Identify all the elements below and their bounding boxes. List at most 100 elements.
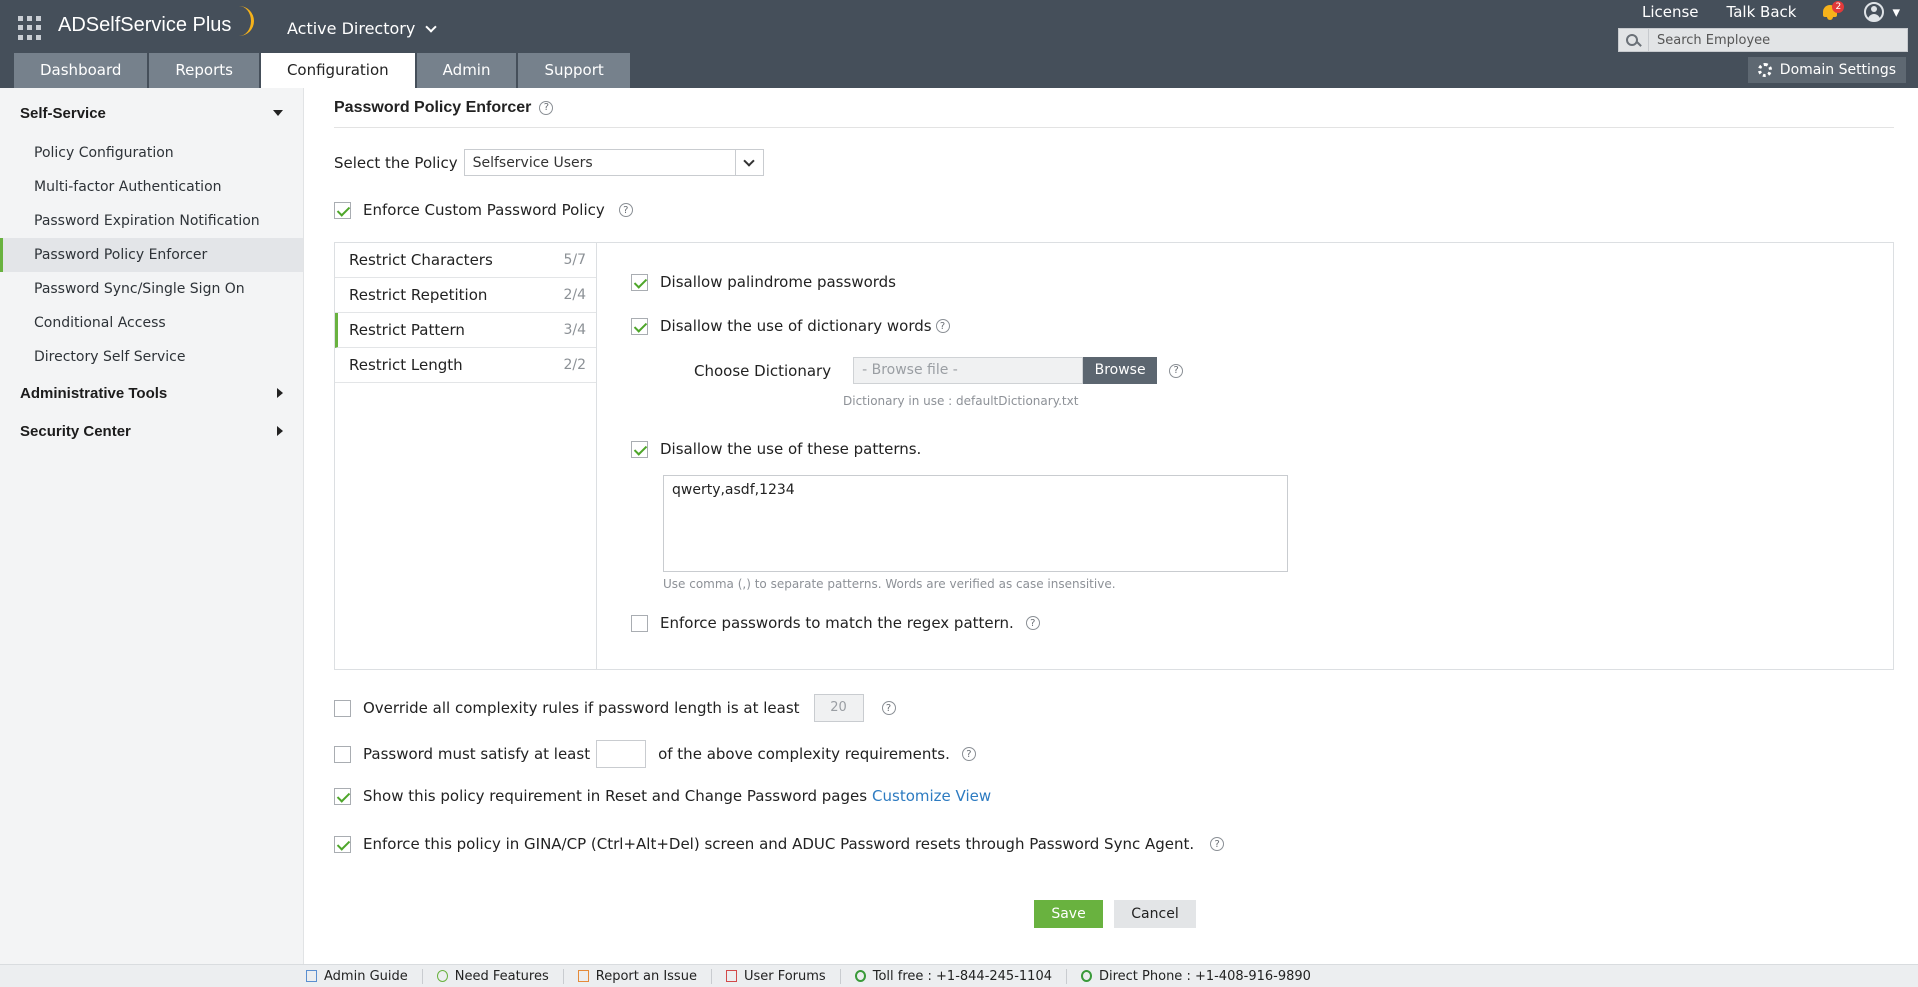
sidebar-item-policy-configuration[interactable]: Policy Configuration xyxy=(0,136,303,170)
show-policy-label: Show this policy requirement in Reset an… xyxy=(363,787,868,805)
help-icon[interactable]: ? xyxy=(881,701,896,715)
sidebar-group-self-service[interactable]: Self-Service xyxy=(0,94,303,132)
subnav-restrict-characters[interactable]: Restrict Characters 5/7 xyxy=(335,243,596,278)
satisfy-row: Password must satisfy at least of the ab… xyxy=(334,740,976,768)
caret-down-icon xyxy=(273,110,283,116)
customize-view-link[interactable]: Customize View xyxy=(872,787,991,805)
caret-right-icon xyxy=(277,426,283,436)
tab-admin[interactable]: Admin xyxy=(416,53,517,88)
user-menu-chevron-icon[interactable]: ▾ xyxy=(1892,3,1900,21)
subnav-count: 5/7 xyxy=(563,252,586,268)
enforce-custom-label: Enforce Custom Password Policy xyxy=(363,201,605,219)
dictionary-file-input[interactable]: - Browse file - xyxy=(853,357,1084,384)
sidebar-item-mfa[interactable]: Multi-factor Authentication xyxy=(0,170,303,204)
tab-configuration[interactable]: Configuration xyxy=(260,53,415,88)
subnav-restrict-pattern[interactable]: Restrict Pattern 3/4 xyxy=(335,313,596,348)
sidebar-group-admin-tools[interactable]: Administrative Tools xyxy=(0,374,303,412)
subnav-label: Restrict Repetition xyxy=(349,286,488,304)
save-button[interactable]: Save xyxy=(1034,900,1103,928)
policy-select-row: Select the Policy Selfservice Users xyxy=(334,149,764,176)
satisfy-checkbox[interactable] xyxy=(334,745,351,763)
report-icon xyxy=(577,970,589,982)
page-title: Password Policy Enforcer ? xyxy=(334,88,1894,128)
help-icon[interactable]: ? xyxy=(1169,363,1184,378)
domain-settings-button[interactable]: Domain Settings xyxy=(1747,57,1906,83)
gina-checkbox[interactable] xyxy=(334,835,351,853)
regex-label: Enforce passwords to match the regex pat… xyxy=(660,614,1014,632)
sidebar-group-label: Self-Service xyxy=(20,104,106,122)
forum-icon xyxy=(725,970,737,982)
main-tabs: Dashboard Reports Configuration Admin Su… xyxy=(14,53,632,88)
subnav-count: 2/2 xyxy=(563,357,586,373)
patterns-hint-text: Use comma (,) to separate patterns. Word… xyxy=(663,577,1116,591)
subnav-restrict-length[interactable]: Restrict Length 2/2 xyxy=(335,348,596,383)
gina-row: Enforce this policy in GINA/CP (Ctrl+Alt… xyxy=(334,835,1225,853)
apps-grid-icon[interactable] xyxy=(18,16,42,40)
override-length-input[interactable]: 20 xyxy=(813,694,864,722)
footer-label: Toll free : +1-844-245-1104 xyxy=(872,968,1052,984)
select-policy-label: Select the Policy xyxy=(334,153,458,172)
disallow-patterns-checkbox[interactable] xyxy=(631,440,648,458)
policy-select-value: Selfservice Users xyxy=(472,154,593,171)
sidebar-item-conditional-access[interactable]: Conditional Access xyxy=(0,306,303,340)
chevron-down-icon xyxy=(425,20,437,33)
browse-button[interactable]: Browse xyxy=(1083,357,1158,384)
user-avatar-icon[interactable] xyxy=(1864,2,1885,22)
override-checkbox[interactable] xyxy=(334,699,351,717)
help-icon[interactable]: ? xyxy=(961,747,976,761)
employee-search xyxy=(1618,28,1908,52)
help-icon[interactable]: ? xyxy=(539,100,554,115)
policy-select[interactable]: Selfservice Users xyxy=(463,149,764,176)
domain-selector[interactable]: Active Directory xyxy=(287,19,437,38)
logo-arc-icon xyxy=(232,6,254,36)
sidebar-group-label: Administrative Tools xyxy=(20,384,168,402)
sidebar-group-label: Security Center xyxy=(20,422,131,440)
disallow-patterns-row: Disallow the use of these patterns. xyxy=(631,440,921,458)
footer-user-forums[interactable]: User Forums xyxy=(712,968,841,984)
dictionary-label: Disallow the use of dictionary words xyxy=(660,317,932,335)
domain-settings-label: Domain Settings xyxy=(1779,62,1896,78)
talk-back-link[interactable]: Talk Back xyxy=(1727,3,1797,21)
footer-label: Report an Issue xyxy=(595,968,697,984)
enforce-custom-checkbox[interactable] xyxy=(334,201,351,219)
palindrome-checkbox[interactable] xyxy=(631,273,648,291)
help-icon[interactable]: ? xyxy=(1025,616,1040,630)
help-icon[interactable]: ? xyxy=(935,319,950,333)
sidebar-item-password-expiration[interactable]: Password Expiration Notification xyxy=(0,204,303,238)
footer-label: Need Features xyxy=(454,968,549,984)
product-logo: ADSelfService Plus xyxy=(58,14,232,36)
satisfy-label-before: Password must satisfy at least xyxy=(363,745,591,763)
choose-dictionary-row: Choose Dictionary - Browse file - Browse… xyxy=(694,357,1184,384)
footer-admin-guide[interactable]: Admin Guide xyxy=(292,968,423,984)
subnav-restrict-repetition[interactable]: Restrict Repetition 2/4 xyxy=(335,278,596,313)
footer-need-features[interactable]: Need Features xyxy=(423,968,564,984)
satisfy-count-input[interactable] xyxy=(596,740,647,768)
footer-label: Admin Guide xyxy=(324,968,408,984)
patterns-textarea[interactable]: qwerty,asdf,1234 xyxy=(663,475,1288,572)
license-link[interactable]: License xyxy=(1642,3,1699,21)
show-policy-checkbox[interactable] xyxy=(334,787,351,805)
top-links: License Talk Back 2 ▾ xyxy=(1614,1,1900,22)
sidebar-item-password-sync[interactable]: Password Sync/Single Sign On xyxy=(0,272,303,306)
footer-report-issue[interactable]: Report an Issue xyxy=(564,968,712,984)
tab-dashboard[interactable]: Dashboard xyxy=(14,53,148,88)
tab-reports[interactable]: Reports xyxy=(149,53,259,88)
sidebar-group-security-center[interactable]: Security Center xyxy=(0,412,303,450)
dropdown-arrow-icon[interactable] xyxy=(734,150,763,175)
help-icon[interactable]: ? xyxy=(618,203,633,217)
subnav-label: Restrict Characters xyxy=(349,251,493,269)
footer-direct-phone: Direct Phone : +1-408-916-9890 xyxy=(1067,969,1325,984)
regex-row: Enforce passwords to match the regex pat… xyxy=(631,614,1040,632)
sidebar-item-directory-self-service[interactable]: Directory Self Service xyxy=(0,340,303,374)
help-icon[interactable]: ? xyxy=(1210,837,1225,851)
notification-bell-icon[interactable]: 2 xyxy=(1822,1,1845,21)
regex-checkbox[interactable] xyxy=(631,614,648,632)
search-icon[interactable] xyxy=(1619,29,1649,51)
search-input[interactable] xyxy=(1649,32,1899,48)
sidebar-item-password-policy-enforcer[interactable]: Password Policy Enforcer xyxy=(0,238,303,272)
dictionary-checkbox[interactable] xyxy=(631,317,648,335)
cancel-button[interactable]: Cancel xyxy=(1114,900,1196,928)
tab-support[interactable]: Support xyxy=(518,53,630,88)
top-header: ADSelfService Plus Active Directory Lice… xyxy=(0,0,1918,88)
subnav-label: Restrict Length xyxy=(349,356,463,374)
